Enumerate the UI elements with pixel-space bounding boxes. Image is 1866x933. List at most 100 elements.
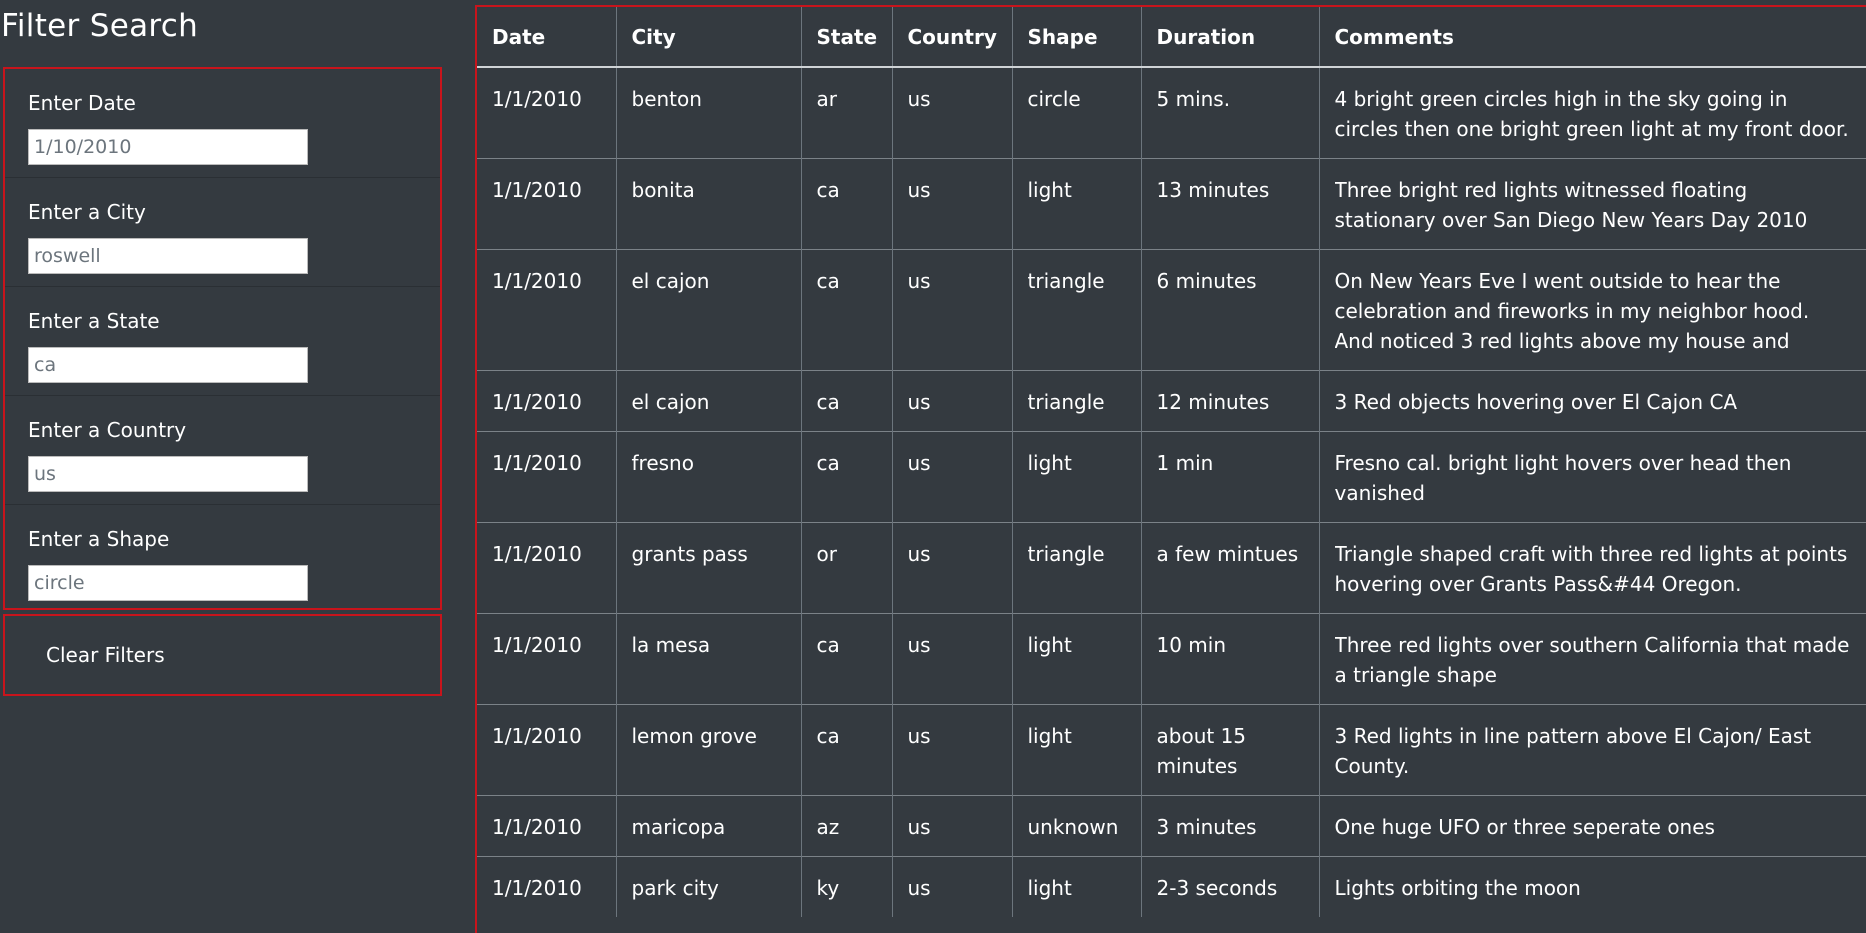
cell-country: us xyxy=(891,370,1012,432)
shape-input[interactable] xyxy=(28,565,308,601)
cell-country: us xyxy=(891,522,1012,614)
table-row: 1/1/2010 grants pass or us triangle a few min… xyxy=(477,522,1866,614)
cell-duration: 1 min xyxy=(1140,431,1319,523)
cell-shape: light xyxy=(1011,704,1141,796)
cell-country: us xyxy=(891,704,1012,796)
cell-shape: triangle xyxy=(1011,522,1141,614)
comment-text: Three red lights over southern Californi… xyxy=(1334,633,1850,687)
clear-filters-container: Clear Filters xyxy=(3,614,442,696)
table-row: 1/1/2010 la mesa ca us light 10 min Three red … xyxy=(477,613,1866,705)
cell-country: us xyxy=(891,249,1012,371)
cell-city: grants pass xyxy=(615,522,801,614)
table-row: 1/1/2010 park city ky us light 2-3 seconds Lig… xyxy=(477,856,1866,917)
filter-label-shape: Enter a Shape xyxy=(28,527,170,551)
cell-comments: On New Years Eve I went outside to hear … xyxy=(1318,249,1866,371)
date-input[interactable] xyxy=(28,129,308,165)
cell-state: ca xyxy=(800,613,892,705)
cell-date: 1/1/2010 xyxy=(477,522,616,614)
filter-label-date: Enter Date xyxy=(28,91,136,115)
header-row: Date City State Country Shape Duration C… xyxy=(477,7,1866,68)
column-header-date: Date xyxy=(477,7,616,68)
table-row: 1/1/2010 fresno ca us light 1 min Fresno cal. … xyxy=(477,431,1866,523)
cell-state: az xyxy=(800,795,892,857)
ufo-sightings-table: Date City State Country Shape Duration C… xyxy=(477,7,1866,917)
cell-country: us xyxy=(891,856,1012,917)
cell-shape: light xyxy=(1011,158,1141,250)
comment-text: 3 Red lights in line pattern above El Ca… xyxy=(1334,724,1812,778)
cell-state: ca xyxy=(800,158,892,250)
cell-country: us xyxy=(891,431,1012,523)
cell-date: 1/1/2010 xyxy=(477,66,616,159)
cell-shape: circle xyxy=(1011,66,1141,159)
cell-duration: 12 minutes xyxy=(1140,370,1319,432)
table-header: Date City State Country Shape Duration C… xyxy=(477,7,1866,68)
cell-country: us xyxy=(891,613,1012,705)
comment-text: 3 Red objects hovering over El Cajon CA xyxy=(1334,390,1738,414)
cell-state: ca xyxy=(800,370,892,432)
cell-shape: triangle xyxy=(1011,370,1141,432)
clear-filters-button[interactable]: Clear Filters xyxy=(13,624,432,686)
column-header-comments: Comments xyxy=(1318,7,1866,68)
cell-shape: light xyxy=(1011,431,1141,523)
filter-item-shape: Enter a Shape xyxy=(5,505,440,614)
cell-comments: Fresno cal. bright light hovers over hea… xyxy=(1318,431,1866,523)
table-row: 1/1/2010 maricopa az us unknown 3 minutes One … xyxy=(477,795,1866,857)
filter-label-country: Enter a Country xyxy=(28,418,187,442)
filter-list: Enter Date Enter a City Enter a State En… xyxy=(3,67,442,610)
state-input[interactable] xyxy=(28,347,308,383)
country-input[interactable] xyxy=(28,456,308,492)
cell-city: el cajon xyxy=(615,249,801,371)
filter-label-state: Enter a State xyxy=(28,309,160,333)
cell-duration: 3 minutes xyxy=(1140,795,1319,857)
comment-text: Three bright red lights witnessed floati… xyxy=(1334,178,1808,232)
city-input[interactable] xyxy=(28,238,308,274)
cell-state: ca xyxy=(800,249,892,371)
cell-comments: One huge UFO or three seperate ones xyxy=(1318,795,1866,857)
cell-country: us xyxy=(891,66,1012,159)
comment-text: Lights orbiting the moon xyxy=(1334,876,1581,900)
cell-duration: a few mintues xyxy=(1140,522,1319,614)
comment-text: Fresno cal. bright light hovers over hea… xyxy=(1334,451,1792,505)
page: Filter Search Enter Date Enter a City En… xyxy=(0,0,1866,933)
cell-city: benton xyxy=(615,66,801,159)
cell-duration: 5 mins. xyxy=(1140,66,1319,159)
table-row: 1/1/2010 el cajon ca us triangle 6 minutes On … xyxy=(477,249,1866,371)
table-body: 1/1/2010 benton ar us circle 5 mins. 4 bright … xyxy=(477,66,1866,917)
cell-city: lemon grove xyxy=(615,704,801,796)
cell-state: ca xyxy=(800,431,892,523)
table-row: 1/1/2010 lemon grove ca us light about 15 min… xyxy=(477,704,1866,796)
comment-text: One huge UFO or three seperate ones xyxy=(1334,815,1715,839)
cell-duration: 10 min xyxy=(1140,613,1319,705)
cell-city: park city xyxy=(615,856,801,917)
cell-shape: triangle xyxy=(1011,249,1141,371)
table-row: 1/1/2010 bonita ca us light 13 minutes Three b… xyxy=(477,158,1866,250)
filter-item-date: Enter Date xyxy=(5,69,440,178)
cell-state: or xyxy=(800,522,892,614)
cell-shape: light xyxy=(1011,613,1141,705)
cell-shape: light xyxy=(1011,856,1141,917)
cell-date: 1/1/2010 xyxy=(477,856,616,917)
cell-comments: Triangle shaped craft with three red lig… xyxy=(1318,522,1866,614)
cell-state: ky xyxy=(800,856,892,917)
cell-comments: 3 Red objects hovering over El Cajon CA xyxy=(1318,370,1866,432)
cell-date: 1/1/2010 xyxy=(477,370,616,432)
column-header-duration: Duration xyxy=(1140,7,1319,68)
cell-date: 1/1/2010 xyxy=(477,613,616,705)
cell-date: 1/1/2010 xyxy=(477,431,616,523)
cell-duration: 2-3 seconds xyxy=(1140,856,1319,917)
column-header-state: State xyxy=(800,7,892,68)
table-row: 1/1/2010 benton ar us circle 5 mins. 4 bright … xyxy=(477,66,1866,159)
comment-text: On New Years Eve I went outside to hear … xyxy=(1334,269,1810,353)
column-header-city: City xyxy=(615,7,801,68)
filter-item-country: Enter a Country xyxy=(5,396,440,505)
cell-duration: about 15 minutes xyxy=(1140,704,1319,796)
cell-country: us xyxy=(891,795,1012,857)
cell-date: 1/1/2010 xyxy=(477,249,616,371)
column-header-country: Country xyxy=(891,7,1012,68)
cell-state: ca xyxy=(800,704,892,796)
cell-comments: 3 Red lights in line pattern above El Ca… xyxy=(1318,704,1866,796)
comment-text: 4 bright green circles high in the sky g… xyxy=(1334,87,1849,141)
column-header-shape: Shape xyxy=(1011,7,1141,68)
filter-item-city: Enter a City xyxy=(5,178,440,287)
cell-date: 1/1/2010 xyxy=(477,158,616,250)
